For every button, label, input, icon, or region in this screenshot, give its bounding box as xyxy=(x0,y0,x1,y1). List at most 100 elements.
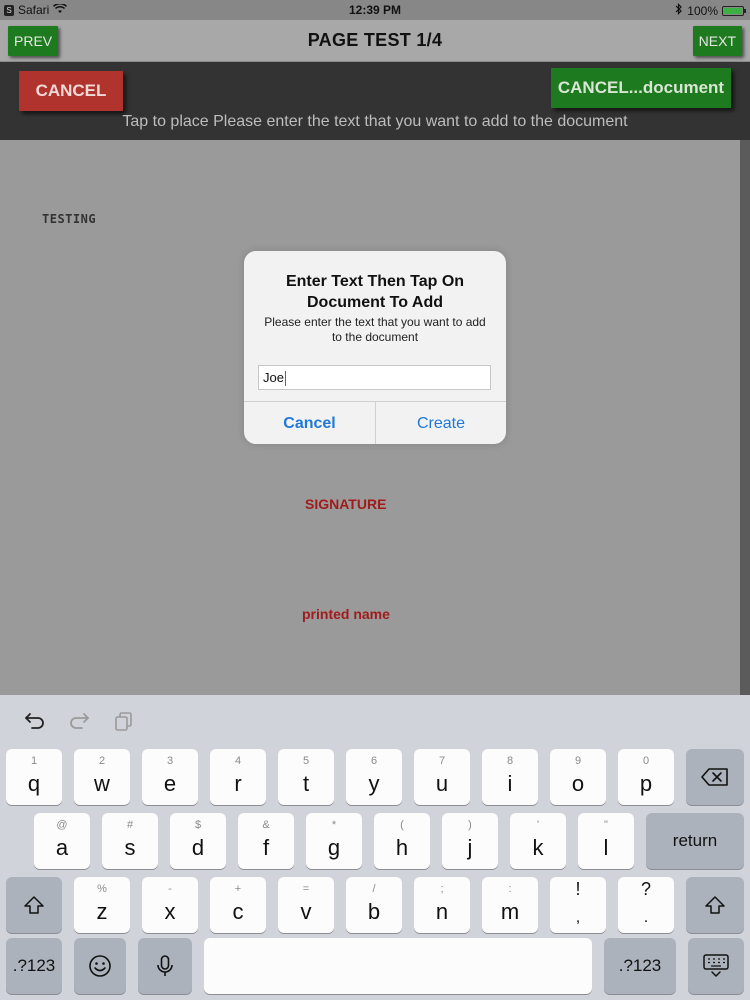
key-k[interactable]: ' k xyxy=(510,813,566,869)
key-hint: ; xyxy=(440,883,444,895)
key-t[interactable]: 5t xyxy=(278,749,334,805)
key-hint: 4 xyxy=(234,755,242,767)
doc-testing-text: TESTING xyxy=(42,212,97,226)
key-z[interactable]: % z xyxy=(74,877,130,933)
shift-key-left[interactable] xyxy=(6,877,62,933)
key-d[interactable]: $ d xyxy=(170,813,226,869)
cancel-document-button[interactable]: CANCEL...document xyxy=(551,68,731,108)
enter-text-dialog: Enter Text Then Tap On Document To Add P… xyxy=(244,251,506,444)
keyboard-dismiss-icon xyxy=(703,954,729,977)
key-comma[interactable]: !, xyxy=(550,877,606,933)
key-v[interactable]: = v xyxy=(278,877,334,933)
redo-icon[interactable] xyxy=(66,708,92,734)
key-label: z xyxy=(96,899,108,924)
shift-key-right[interactable] xyxy=(686,877,744,933)
key-hint: ( xyxy=(400,819,404,831)
key-b[interactable]: / b xyxy=(346,877,402,933)
paste-icon[interactable] xyxy=(111,708,137,734)
key-hint: 9 xyxy=(574,755,582,767)
next-button[interactable]: NEXT xyxy=(692,26,742,56)
numbers-key-label: .?123 xyxy=(12,956,56,975)
key-hint: 5 xyxy=(302,755,310,767)
key-n[interactable]: ; n xyxy=(414,877,470,933)
key-u[interactable]: 7u xyxy=(414,749,470,805)
key-a[interactable]: @ a xyxy=(34,813,90,869)
key-c[interactable]: + c xyxy=(210,877,266,933)
bluetooth-icon xyxy=(675,3,683,18)
keyboard: 1q 2w 3e 4r 5t 6y 7u 8i 9o 0p @ a # s $ d &… xyxy=(0,695,750,1000)
key-period[interactable]: ?. xyxy=(618,877,674,933)
return-key-label: return xyxy=(672,831,718,850)
key-g[interactable]: * g xyxy=(306,813,362,869)
dialog-create-button[interactable]: Create xyxy=(376,402,506,444)
key-hint: / xyxy=(372,883,376,895)
dialog-buttons: Cancel Create xyxy=(244,401,506,444)
document-edge xyxy=(740,140,750,695)
status-right: 100% xyxy=(675,3,746,18)
key-label: v xyxy=(300,899,312,924)
key-hint: % xyxy=(97,883,107,895)
numbers-key-right[interactable]: .?123 xyxy=(604,938,676,994)
microphone-icon xyxy=(157,955,173,976)
status-time: 12:39 PM xyxy=(348,3,402,17)
emoji-key[interactable] xyxy=(74,938,126,994)
key-hint: + xyxy=(234,883,242,895)
key-label: r xyxy=(234,771,242,796)
page-title: PAGE TEST 1/4 xyxy=(307,30,443,50)
backspace-key[interactable] xyxy=(686,749,744,805)
key-label: . xyxy=(643,909,649,926)
key-hint: 8 xyxy=(506,755,514,767)
key-m[interactable]: :m xyxy=(482,877,538,933)
key-y[interactable]: 6y xyxy=(346,749,402,805)
signature-field[interactable]: SIGNATURE xyxy=(305,496,386,512)
space-key[interactable] xyxy=(204,938,592,994)
key-l[interactable]: " l xyxy=(578,813,634,869)
key-label: b xyxy=(367,899,381,924)
key-s[interactable]: # s xyxy=(102,813,158,869)
key-label: p xyxy=(639,771,653,796)
toolbar: CANCEL CANCEL...document Tap to place Pl… xyxy=(0,62,750,140)
key-hint: 1 xyxy=(30,755,38,767)
key-o[interactable]: 9o xyxy=(550,749,606,805)
key-label: g xyxy=(327,835,341,860)
key-r[interactable]: 4r xyxy=(210,749,266,805)
key-hint: = xyxy=(302,883,310,895)
key-x[interactable]: -x xyxy=(142,877,198,933)
keyboard-shortcut-bar xyxy=(0,695,750,745)
key-q[interactable]: 1q xyxy=(6,749,62,805)
emoji-icon xyxy=(89,955,111,977)
dismiss-keyboard-key[interactable] xyxy=(688,938,744,994)
cancel-button[interactable]: CANCEL xyxy=(19,71,123,111)
key-i[interactable]: 8i xyxy=(482,749,538,805)
numbers-key-label: .?123 xyxy=(618,956,662,975)
key-e[interactable]: 3e xyxy=(142,749,198,805)
numbers-key-left[interactable]: .?123 xyxy=(6,938,62,994)
key-w[interactable]: 2w xyxy=(74,749,130,805)
return-key[interactable]: return xyxy=(646,813,744,869)
key-label: j xyxy=(467,835,473,860)
key-label: , xyxy=(575,909,581,926)
key-f[interactable]: & f xyxy=(238,813,294,869)
shift-icon xyxy=(705,896,725,914)
key-hint: 0 xyxy=(642,755,650,767)
undo-icon[interactable] xyxy=(22,708,48,734)
backspace-icon xyxy=(701,768,728,786)
printed-name-field[interactable]: printed name xyxy=(302,606,390,622)
dialog-cancel-button[interactable]: Cancel xyxy=(244,402,375,444)
key-label: s xyxy=(124,835,136,860)
key-hint: 7 xyxy=(438,755,446,767)
dialog-text-input[interactable]: Joe xyxy=(258,365,491,390)
nav-bar: PREV PAGE TEST 1/4 NEXT xyxy=(0,20,750,62)
key-p[interactable]: 0p xyxy=(618,749,674,805)
key-hint: ! xyxy=(575,879,581,899)
key-hint: 3 xyxy=(166,755,174,767)
key-j[interactable]: ) j xyxy=(442,813,498,869)
dictation-key[interactable] xyxy=(138,938,192,994)
key-label: t xyxy=(302,771,310,796)
key-hint: & xyxy=(262,819,270,831)
key-hint: * xyxy=(331,819,337,831)
key-label: h xyxy=(395,835,409,860)
key-label: i xyxy=(507,771,513,796)
key-hint: ) xyxy=(468,819,472,831)
key-h[interactable]: (h xyxy=(374,813,430,869)
